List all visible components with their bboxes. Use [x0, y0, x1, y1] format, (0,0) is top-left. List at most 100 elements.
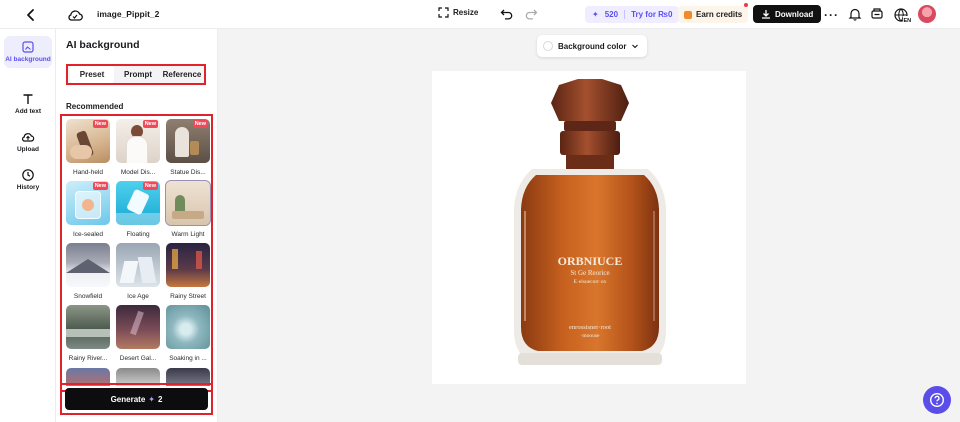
bottle-text-line: St Ge Reorice: [570, 269, 609, 277]
cloud-save-icon[interactable]: [66, 6, 84, 24]
lang-label: EN: [904, 18, 912, 24]
more-options-button[interactable]: ···: [824, 8, 839, 22]
preset-grid: New Hand-held New Model Dis... New Statu…: [60, 114, 213, 392]
preset-card-hand-held[interactable]: New Hand-held: [66, 119, 110, 176]
resize-icon: [438, 7, 449, 18]
new-badge: New: [92, 120, 108, 128]
preset-card-rainy-street[interactable]: Rainy Street: [166, 243, 210, 300]
preset-label: Soaking in ...: [169, 355, 207, 362]
history-icon: [22, 169, 34, 181]
notification-dot: [744, 3, 748, 7]
generate-area: Generate ✦ 2: [60, 383, 213, 415]
sparkle-icon: ✦: [148, 394, 155, 404]
preset-card-snowfield[interactable]: Snowfield: [66, 243, 110, 300]
rail-item-ai-background[interactable]: AI background: [4, 36, 52, 69]
preset-thumbnail: [166, 243, 210, 287]
credits-count: 520: [604, 10, 619, 19]
upload-icon: [22, 133, 35, 142]
preset-card-model-display[interactable]: New Model Dis...: [116, 119, 160, 176]
preset-label: Rainy River...: [68, 355, 108, 362]
inbox-icon[interactable]: [870, 7, 884, 21]
tab-reference[interactable]: Reference: [160, 66, 204, 83]
section-label: Recommended: [66, 102, 124, 111]
download-button[interactable]: Download: [753, 5, 822, 23]
preset-thumbnail: [66, 305, 110, 349]
avatar[interactable]: [918, 5, 936, 23]
resize-button[interactable]: Resize: [438, 7, 478, 18]
preset-card-rainy-river[interactable]: Rainy River...: [66, 305, 110, 362]
preset-thumbnail: [116, 305, 160, 349]
preset-card-warm-light[interactable]: Warm Light: [165, 180, 211, 238]
chevron-down-icon: [632, 44, 639, 49]
preset-thumbnail: [166, 305, 210, 349]
generate-cost: 2: [157, 394, 163, 404]
gift-icon: [684, 10, 692, 19]
language-button[interactable]: EN: [893, 6, 911, 24]
undo-icon: [500, 9, 513, 20]
earn-credits-button[interactable]: Earn credits: [678, 6, 749, 23]
preset-thumbnail: [66, 243, 110, 287]
try-label: Try for ₨0: [631, 10, 673, 19]
rail-item-label: Add text: [15, 108, 41, 115]
chevron-left-icon: [27, 9, 34, 21]
perfume-bottle-image: ORBNIUCE St Ge Reorice E·elsuecorr·ox en…: [514, 79, 666, 365]
rail-item-label: AI background: [5, 56, 51, 63]
download-icon: [762, 10, 770, 19]
preset-card-desert-galaxy[interactable]: Desert Gal...: [116, 305, 160, 362]
text-icon: [23, 94, 33, 104]
resize-label: Resize: [453, 8, 479, 17]
back-button[interactable]: [23, 7, 39, 23]
color-swatch: [543, 41, 553, 51]
preset-thumbnail: New: [66, 119, 110, 163]
preset-card-floating[interactable]: New Floating: [116, 181, 160, 238]
preset-label: Model Dis...: [120, 169, 156, 176]
bell-icon[interactable]: [848, 7, 862, 21]
bottle-text-line: E·elsuecorr·ox: [574, 279, 607, 285]
bottle-text-line: enrossisner·root: [569, 324, 611, 331]
download-label: Download: [775, 9, 814, 19]
sparkle-icon: ✦: [592, 10, 599, 19]
preset-label: Statue Dis...: [170, 169, 206, 176]
preset-thumbnail: [116, 243, 160, 287]
preset-label: Snowfield: [73, 293, 103, 300]
credits-button[interactable]: ✦ 520 Try for ₨0: [585, 6, 680, 23]
preset-card-statue-display[interactable]: New Statue Dis...: [166, 119, 210, 176]
background-color-dropdown[interactable]: Background color: [537, 35, 648, 57]
preset-card-ice-sealed[interactable]: New Ice-sealed: [66, 181, 110, 238]
canvas-artboard[interactable]: ORBNIUCE St Ge Reorice E·elsuecorr·ox en…: [432, 71, 746, 384]
preset-card-ice-age[interactable]: Ice Age: [116, 243, 160, 300]
rail-item-label: Upload: [16, 146, 40, 153]
panel-title: AI background: [66, 39, 140, 51]
bottle-text-line: ·moouse: [581, 333, 601, 339]
globe-icon: EN: [894, 8, 912, 24]
redo-icon: [525, 9, 538, 20]
background-color-label: Background color: [558, 41, 627, 51]
generate-button[interactable]: Generate ✦ 2: [65, 388, 208, 410]
ai-background-icon: [22, 41, 34, 53]
ai-background-panel: AI background Preset Prompt Reference Re…: [56, 29, 218, 422]
new-badge: New: [142, 120, 158, 128]
preset-label: Ice-sealed: [73, 231, 103, 238]
tab-prompt[interactable]: Prompt: [116, 66, 160, 83]
preset-card-soaking[interactable]: Soaking in ...: [166, 305, 210, 362]
bottle-text-line: ORBNIUCE: [558, 254, 623, 268]
divider: [624, 10, 626, 19]
preset-label: Ice Age: [127, 293, 149, 300]
preset-label: Floating: [126, 231, 150, 238]
question-icon: [929, 392, 945, 408]
new-badge: New: [92, 182, 108, 190]
top-bar: image_Pippit_20 Resize ✦ 520 Try for ₨0 …: [0, 0, 960, 29]
generate-label: Generate: [110, 394, 146, 404]
file-name[interactable]: image_Pippit_20: [97, 9, 159, 19]
rail-item-history[interactable]: History: [4, 168, 52, 191]
undo-button[interactable]: [500, 7, 514, 21]
left-rail: AI background Add text Upload History: [0, 29, 56, 422]
preset-thumbnail: New: [166, 119, 210, 163]
preset-thumbnail: New: [116, 181, 160, 225]
mode-tabs: Preset Prompt Reference: [66, 64, 206, 85]
rail-item-upload[interactable]: Upload: [4, 130, 52, 153]
help-button[interactable]: [923, 386, 951, 414]
redo-button[interactable]: [524, 7, 538, 21]
tab-preset[interactable]: Preset: [70, 66, 114, 83]
rail-item-add-text[interactable]: Add text: [4, 92, 52, 115]
